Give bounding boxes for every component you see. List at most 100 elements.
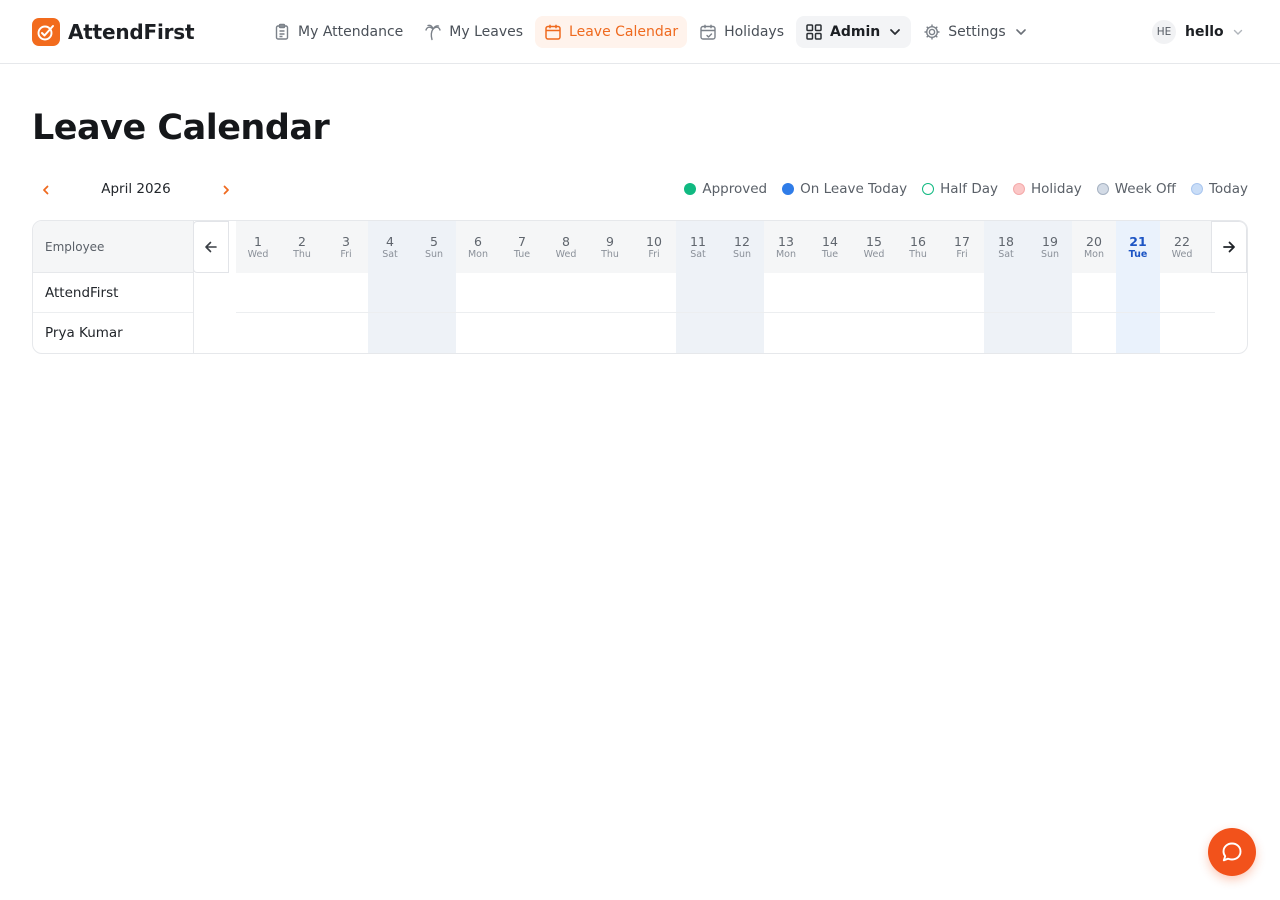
day-cell[interactable] bbox=[500, 313, 544, 353]
day-cell[interactable] bbox=[544, 273, 588, 313]
day-cell[interactable] bbox=[896, 273, 940, 313]
chat-button[interactable] bbox=[1208, 828, 1256, 876]
day-cell[interactable] bbox=[1160, 313, 1204, 353]
day-column: 21 Tue bbox=[1116, 221, 1160, 353]
day-cell[interactable] bbox=[280, 313, 324, 353]
day-number: 6 bbox=[474, 233, 482, 249]
nav-leave-calendar[interactable]: Leave Calendar bbox=[535, 16, 688, 48]
prev-month-button[interactable] bbox=[36, 180, 56, 200]
day-number: 11 bbox=[690, 233, 706, 249]
legend-item: Today bbox=[1190, 181, 1248, 197]
nav-my-leaves[interactable]: My Leaves bbox=[415, 16, 532, 48]
day-cell[interactable] bbox=[720, 313, 764, 353]
arrow-right-icon bbox=[1223, 241, 1235, 253]
day-cell[interactable] bbox=[1204, 273, 1215, 313]
day-cell[interactable] bbox=[1204, 313, 1215, 353]
day-weekday: Thu bbox=[601, 248, 619, 260]
day-cell[interactable] bbox=[1116, 273, 1160, 313]
day-header: 4 Sat bbox=[368, 221, 412, 273]
day-cell[interactable] bbox=[500, 273, 544, 313]
day-header: 14 Tue bbox=[808, 221, 852, 273]
day-cell[interactable] bbox=[720, 273, 764, 313]
scroll-left-button[interactable] bbox=[193, 221, 229, 273]
day-cell[interactable] bbox=[456, 313, 500, 353]
day-header: 18 Sat bbox=[984, 221, 1028, 273]
day-cell[interactable] bbox=[764, 273, 808, 313]
day-cell[interactable] bbox=[236, 273, 280, 313]
nav-label: My Leaves bbox=[449, 24, 524, 40]
day-number: 18 bbox=[998, 233, 1014, 249]
day-cell[interactable] bbox=[940, 273, 984, 313]
day-cell[interactable] bbox=[896, 313, 940, 353]
day-cell[interactable] bbox=[324, 313, 368, 353]
day-cell[interactable] bbox=[368, 313, 412, 353]
day-weekday: Wed bbox=[863, 248, 885, 260]
day-cell[interactable] bbox=[984, 313, 1028, 353]
nav-my-attendance[interactable]: My Attendance bbox=[264, 16, 412, 48]
day-weekday: Sun bbox=[1040, 248, 1060, 260]
day-cell[interactable] bbox=[1072, 313, 1116, 353]
day-cell[interactable] bbox=[1028, 273, 1072, 313]
day-cell[interactable] bbox=[632, 313, 676, 353]
brand-name: AttendFirst bbox=[68, 20, 195, 44]
day-header: 11 Sat bbox=[676, 221, 720, 273]
legend-item: Half Day bbox=[922, 181, 998, 197]
day-cell[interactable] bbox=[852, 313, 896, 353]
day-cell[interactable] bbox=[984, 273, 1028, 313]
day-header: 21 Tue bbox=[1116, 221, 1160, 273]
calendar-icon bbox=[545, 24, 561, 40]
legend-item: Holiday bbox=[1012, 181, 1082, 197]
day-cell[interactable] bbox=[280, 273, 324, 313]
nav-holidays[interactable]: Holidays bbox=[690, 16, 793, 48]
day-cell[interactable] bbox=[456, 273, 500, 313]
day-number: 16 bbox=[910, 233, 926, 249]
nav-settings-dropdown[interactable]: Settings bbox=[914, 16, 1036, 48]
day-cell[interactable] bbox=[676, 273, 720, 313]
day-weekday: Sat bbox=[998, 248, 1014, 260]
day-cell[interactable] bbox=[1028, 313, 1072, 353]
day-cell[interactable] bbox=[764, 313, 808, 353]
day-column: 13 Mon bbox=[764, 221, 808, 353]
day-number: 15 bbox=[866, 233, 882, 249]
day-cell[interactable] bbox=[1072, 273, 1116, 313]
day-cell[interactable] bbox=[1160, 273, 1204, 313]
day-cell[interactable] bbox=[588, 313, 632, 353]
day-cell[interactable] bbox=[236, 313, 280, 353]
day-cell[interactable] bbox=[808, 313, 852, 353]
day-cell[interactable] bbox=[588, 273, 632, 313]
arrow-left-icon bbox=[205, 241, 217, 253]
day-cell[interactable] bbox=[940, 313, 984, 353]
day-cell[interactable] bbox=[808, 273, 852, 313]
user-menu[interactable]: HE hello bbox=[1152, 19, 1244, 45]
day-cell[interactable] bbox=[852, 273, 896, 313]
day-cell[interactable] bbox=[544, 313, 588, 353]
main-nav: My Attendance My Leaves Leave Calendar H… bbox=[264, 16, 1040, 48]
day-cell[interactable] bbox=[676, 313, 720, 353]
user-name: hello bbox=[1185, 24, 1224, 40]
employee-row[interactable]: Prya Kumar bbox=[33, 313, 193, 353]
employee-row[interactable]: AttendFirst bbox=[33, 273, 193, 313]
day-header: 9 Thu bbox=[588, 221, 632, 273]
day-cell[interactable] bbox=[412, 313, 456, 353]
day-header: 13 Mon bbox=[764, 221, 808, 273]
day-cell[interactable] bbox=[1116, 313, 1160, 353]
day-column: 16 Thu bbox=[896, 221, 940, 353]
scroll-right-button[interactable] bbox=[1211, 221, 1247, 273]
page-title: Leave Calendar bbox=[32, 108, 330, 148]
day-cell[interactable] bbox=[412, 273, 456, 313]
day-weekday: Fri bbox=[340, 248, 352, 260]
nav-label: Leave Calendar bbox=[569, 24, 679, 40]
nav-admin-dropdown[interactable]: Admin bbox=[796, 16, 912, 48]
day-cell[interactable] bbox=[368, 273, 412, 313]
days-scroll-area[interactable]: 1 Wed 2 Thu 3 Fri 4 Sat 5 Sun 6 Mon 7 Tue 8 Wed 9 Thu 10 Fr… bbox=[226, 221, 1215, 353]
day-weekday: Sat bbox=[690, 248, 706, 260]
day-header: 1 Wed bbox=[236, 221, 280, 273]
legend-item: Approved bbox=[684, 181, 767, 197]
top-navbar: AttendFirst My Attendance My Leaves Leav… bbox=[0, 0, 1280, 64]
next-month-button[interactable] bbox=[216, 180, 236, 200]
day-cell[interactable] bbox=[632, 273, 676, 313]
day-weekday: Fri bbox=[956, 248, 968, 260]
legend-label: Half Day bbox=[940, 181, 998, 197]
brand[interactable]: AttendFirst bbox=[32, 17, 195, 47]
day-cell[interactable] bbox=[324, 273, 368, 313]
